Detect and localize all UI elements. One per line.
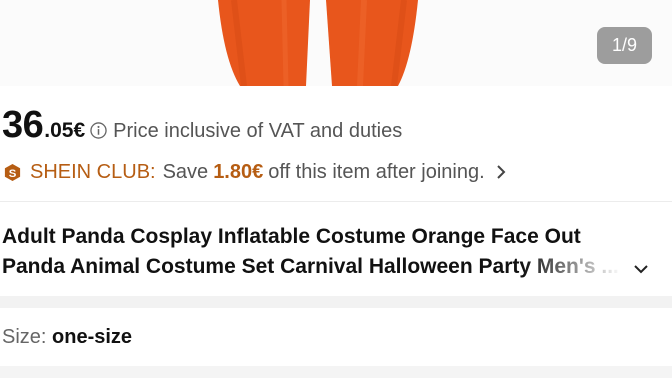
- product-title-line-2: Panda Animal Costume Set Carnival Hallow…: [2, 255, 619, 278]
- shein-club-promo[interactable]: S SHEIN CLUB: Save 1.80€ off this item a…: [3, 158, 508, 186]
- club-save-rest: off this item after joining.: [268, 160, 485, 183]
- chevron-down-icon[interactable]: [632, 262, 650, 276]
- club-save-text: Save: [162, 160, 209, 183]
- price-vat-note: Price inclusive of VAT and duties: [113, 120, 403, 142]
- chevron-right-icon: [496, 165, 506, 179]
- price-decimal: .05€: [44, 119, 86, 142]
- product-title-line-1: Adult Panda Cosplay Inflatable Costume O…: [2, 225, 581, 248]
- club-name: SHEIN CLUB:: [30, 160, 156, 183]
- section-separator: [0, 296, 672, 308]
- price-row: 36 .05€ Price inclusive of VAT and dutie…: [2, 104, 402, 146]
- divider: [0, 201, 672, 202]
- section-separator-bottom: [0, 366, 672, 378]
- size-selector[interactable]: Size: one-size: [2, 326, 132, 349]
- size-value: one-size: [52, 326, 133, 348]
- club-save-amount: 1.80€: [213, 160, 264, 183]
- image-counter-badge: 1/9: [597, 27, 652, 64]
- svg-text:S: S: [9, 167, 17, 179]
- size-label: Size:: [2, 326, 47, 348]
- price-integer: 36: [2, 104, 44, 146]
- info-icon[interactable]: [90, 122, 107, 139]
- product-title[interactable]: Adult Panda Cosplay Inflatable Costume O…: [2, 222, 627, 282]
- product-image: [218, 0, 418, 86]
- shein-club-badge-icon: S: [4, 163, 21, 181]
- product-image-gallery[interactable]: 1/9: [0, 0, 672, 86]
